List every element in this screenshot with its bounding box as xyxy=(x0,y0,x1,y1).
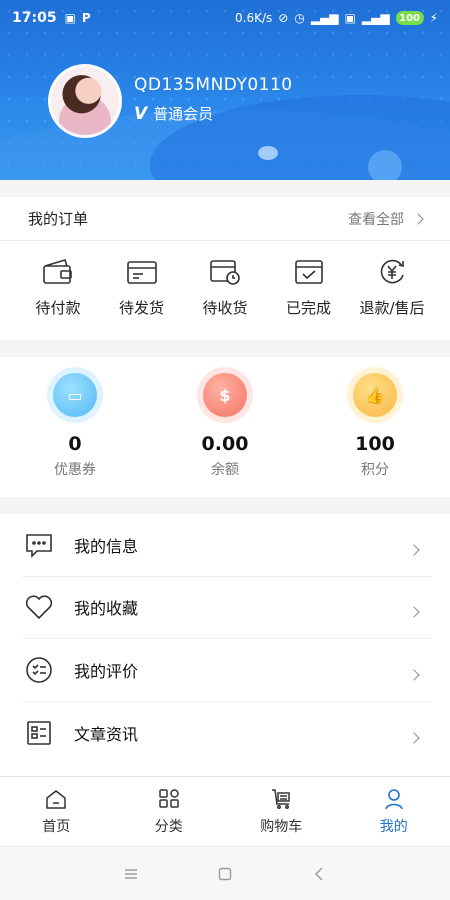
balance-amount: 0.00 xyxy=(201,433,249,455)
member-level: V 普通会员 xyxy=(134,103,213,124)
chevron-right-icon xyxy=(412,212,424,225)
menu-item-articles[interactable]: 文章资讯 xyxy=(22,702,432,765)
points-amount: 100 xyxy=(355,433,395,455)
charging-icon: ⚡ xyxy=(429,11,438,25)
delivery-clock-icon xyxy=(210,260,240,285)
yuan-refund-icon xyxy=(380,259,404,284)
order-pending-payment[interactable]: 待付款 xyxy=(18,257,98,318)
view-all-orders-link[interactable]: 查看全部 xyxy=(348,209,424,229)
orders-header: 我的订单 查看全部 xyxy=(0,197,450,241)
article-icon xyxy=(22,716,56,750)
tab-home[interactable]: 首页 xyxy=(0,777,113,846)
chevron-right-icon xyxy=(408,606,420,618)
signal-4g-icon: ▂▄▆ xyxy=(361,11,390,25)
status-time: 17:05 xyxy=(12,10,57,26)
points-label: 积分 xyxy=(361,462,389,478)
menu-item-my-info[interactable]: 我的信息 xyxy=(22,514,432,577)
order-item-label: 待收货 xyxy=(202,299,248,317)
check-box-icon xyxy=(294,260,323,284)
tab-label: 我的 xyxy=(379,818,408,835)
balance-label: 余额 xyxy=(211,462,239,478)
back-icon[interactable] xyxy=(312,867,326,881)
points-card[interactable]: 👍 100 积分 xyxy=(300,357,450,497)
review-icon xyxy=(22,653,56,687)
header-bubble xyxy=(368,150,402,180)
menu-item-favorites[interactable]: 我的收藏 xyxy=(22,577,432,639)
vip-badge-icon: V xyxy=(134,103,148,124)
money-bag-icon: $ xyxy=(197,367,253,423)
tab-cart[interactable]: 购物车 xyxy=(225,777,338,846)
wallet-icon xyxy=(43,259,72,284)
battery-icon: 100 xyxy=(395,11,424,25)
alarm-icon: ◷ xyxy=(294,11,305,25)
chevron-right-icon xyxy=(408,732,420,744)
notification-icons: ▣ P xyxy=(65,11,91,25)
coupon-card[interactable]: ▭ 0 优惠券 xyxy=(0,357,150,497)
menu-icon[interactable] xyxy=(124,867,138,881)
order-item-label: 已完成 xyxy=(285,299,331,317)
home-icon xyxy=(46,789,66,809)
chevron-right-icon xyxy=(408,544,420,556)
thumbs-up-icon: 👍 xyxy=(347,367,403,423)
p-notification-icon: P xyxy=(81,11,91,25)
cart-icon xyxy=(272,788,290,809)
orders-section: 我的订单 查看全部 待付款 待发货 待收货 已完成 退款/售后 xyxy=(0,197,450,340)
menu-item-label: 我的信息 xyxy=(74,536,139,556)
status-bar: 17:05 ▣ P 0.6K/s ⊘ ◷ ▂▄▆ ▣ ▂▄▆ 100 ⚡ xyxy=(0,0,450,36)
status-right: 0.6K/s ⊘ ◷ ▂▄▆ ▣ ▂▄▆ 100 ⚡ xyxy=(235,11,438,25)
order-refund-aftersale[interactable]: 退款/售后 xyxy=(352,257,432,318)
category-icon xyxy=(159,788,179,808)
chevron-right-icon xyxy=(408,669,420,681)
order-item-label: 待付款 xyxy=(35,299,81,317)
menu-item-label: 文章资讯 xyxy=(74,724,139,744)
order-completed[interactable]: 已完成 xyxy=(269,257,349,318)
order-item-label: 待发货 xyxy=(118,299,164,317)
message-icon xyxy=(22,528,56,562)
username: QD135MNDY0110 xyxy=(134,75,293,95)
tab-label: 购物车 xyxy=(260,818,303,835)
order-item-label: 退款/售后 xyxy=(359,299,425,317)
user-icon xyxy=(384,788,403,809)
profile-header: 17:05 ▣ P 0.6K/s ⊘ ◷ ▂▄▆ ▣ ▂▄▆ 100 ⚡ QD1… xyxy=(0,0,450,180)
bottom-tab-bar: 首页 分类 购物车 我的 xyxy=(0,776,450,846)
order-pending-shipment[interactable]: 待发货 xyxy=(102,257,182,318)
menu-list: 我的信息 我的收藏 我的评价 文章资讯 xyxy=(0,514,450,776)
menu-item-reviews[interactable]: 我的评价 xyxy=(22,639,432,702)
net-speed: 0.6K/s xyxy=(235,11,273,25)
order-pending-receipt[interactable]: 待收货 xyxy=(185,257,265,318)
chat-notification-icon: ▣ xyxy=(64,11,76,25)
tab-label: 首页 xyxy=(42,818,71,835)
coupon-label: 优惠券 xyxy=(54,462,96,478)
hd-icon: ▣ xyxy=(344,11,356,25)
balance-card[interactable]: $ 0.00 余额 xyxy=(150,357,300,497)
order-status-row: 待付款 待发货 待收货 已完成 退款/售后 xyxy=(0,241,450,318)
menu-item-label: 我的收藏 xyxy=(74,599,139,619)
header-bubble xyxy=(258,146,278,160)
tab-my[interactable]: 我的 xyxy=(338,777,450,846)
tab-label: 分类 xyxy=(154,818,183,835)
coupon-icon: ▭ xyxy=(47,367,103,423)
tab-category[interactable]: 分类 xyxy=(113,777,226,846)
box-icon xyxy=(126,261,157,284)
member-level-label: 普通会员 xyxy=(153,105,214,123)
menu-item-label: 我的评价 xyxy=(74,661,139,681)
orders-title: 我的订单 xyxy=(28,210,89,228)
assets-section: ▭ 0 优惠券 $ 0.00 余额 👍 100 积分 xyxy=(0,357,450,497)
avatar[interactable] xyxy=(48,64,122,138)
home-square-icon[interactable] xyxy=(218,867,232,881)
view-all-label: 查看全部 xyxy=(348,211,404,228)
mute-icon: ⊘ xyxy=(278,11,289,25)
signal-icon: ▂▄▆ xyxy=(310,11,339,25)
system-navigation-bar xyxy=(0,846,450,900)
coupon-count: 0 xyxy=(68,433,82,455)
heart-icon xyxy=(22,590,56,624)
